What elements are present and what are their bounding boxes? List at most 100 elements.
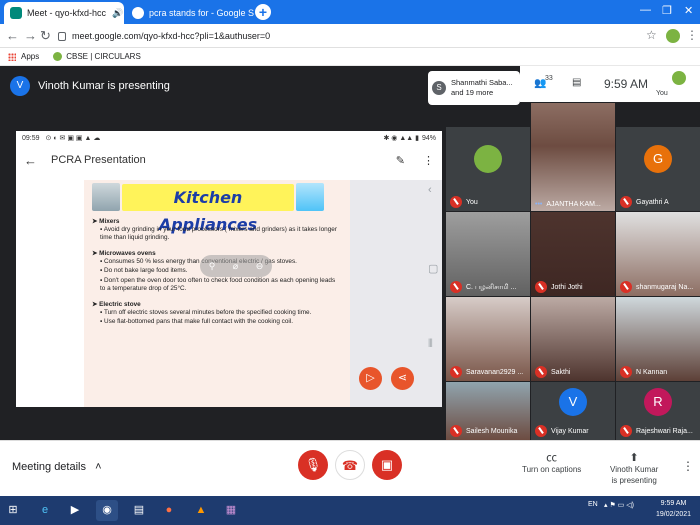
presenting-line2: is presenting xyxy=(611,475,657,485)
meet-top-right: 👥 33 ▤ 9:59 AM You xyxy=(520,66,700,102)
new-tab-button[interactable]: + xyxy=(255,4,271,20)
share-button[interactable]: ⋖ xyxy=(391,367,414,390)
speaker-icon[interactable]: 🔊 xyxy=(112,8,123,19)
mixer-picture xyxy=(92,183,120,211)
notification-icons: ⊙ ◐ ✉ ▣ ▣ ▲ ☁ xyxy=(45,135,101,142)
signal-icons: ✱ ◉ ▲▲ ▮ xyxy=(383,135,419,142)
phone-status-bar: 09:59 ⊙ ◐ ✉ ▣ ▣ ▲ ☁ ✱ ◉ ▲▲ ▮ 94% xyxy=(16,131,442,145)
mic-off-icon xyxy=(535,425,547,437)
participant-tile[interactable]: N Kannan xyxy=(616,297,700,381)
chat-icon[interactable]: ▤ xyxy=(572,77,581,88)
tab-google-search[interactable]: pcra stands for - Google Search ✕ xyxy=(126,2,254,24)
participant-avatar: S xyxy=(432,81,446,95)
minimize-icon[interactable]: — xyxy=(640,4,651,16)
mic-off-icon xyxy=(450,425,462,437)
participant-tile[interactable]: G Gayathri A xyxy=(616,127,700,211)
participant-tile[interactable]: V Vijay Kumar xyxy=(531,382,615,440)
participant-tile[interactable]: Saravanan2929 ... xyxy=(446,297,530,381)
more-options-icon[interactable]: ⋮ xyxy=(682,459,694,473)
participant-name: Sailesh Mounika xyxy=(466,427,518,435)
bookmarks-bar: Apps CBSE | CIRCULARS xyxy=(0,48,700,66)
back-icon[interactable]: ← xyxy=(6,28,19,43)
mic-off-icon xyxy=(450,281,462,293)
play-slideshow-button[interactable]: ▷ xyxy=(359,367,382,390)
you-avatar xyxy=(672,71,686,85)
pin-icon[interactable]: ⚲ xyxy=(209,261,216,272)
participant-name: Vijay Kumar xyxy=(551,427,589,435)
close-window-icon[interactable]: ✕ xyxy=(684,4,693,17)
participant-tile[interactable]: shanmugaraj Na... xyxy=(616,212,700,296)
back-arrow-icon[interactable]: ← xyxy=(24,153,37,168)
participant-initial: R xyxy=(644,388,672,416)
participant-video xyxy=(531,103,615,211)
chevron-up-icon: ˄ xyxy=(95,461,102,473)
app-title: PCRA Presentation xyxy=(51,154,146,166)
tray-icons[interactable]: ▴ ⚑ ▭ ◁) xyxy=(604,501,634,509)
maximize-icon[interactable]: ❐ xyxy=(662,4,672,17)
tab-meet[interactable]: Meet - qyo-kfxd-hcc 🔊 ✕ xyxy=(4,2,124,24)
bookmark-cbse[interactable]: CBSE | CIRCULARS xyxy=(66,52,141,61)
participant-tile[interactable]: Jothi Jothi xyxy=(531,212,615,296)
chrome-icon[interactable]: ◉ xyxy=(96,500,118,521)
reload-icon[interactable]: ↻ xyxy=(40,28,51,44)
participants-chip[interactable]: S Shanmathi Saba... and 19 more xyxy=(428,71,520,105)
meet-favicon-icon xyxy=(10,7,22,19)
more-vert-icon[interactable]: ⋮ xyxy=(423,154,434,167)
people-count: 33 xyxy=(545,75,553,82)
collapse-arrow-icon[interactable]: ‹ xyxy=(428,184,432,196)
url-text: meet.google.com/qyo-kfxd-hcc?pli=1&authu… xyxy=(72,31,271,41)
participant-tile[interactable]: Sakthi xyxy=(531,297,615,381)
presenter-avatar: V xyxy=(10,76,30,96)
media-player-icon[interactable]: ▶ xyxy=(64,500,86,521)
you-label: You xyxy=(656,90,668,97)
mic-off-icon xyxy=(535,281,547,293)
remove-icon[interactable]: ⊖ xyxy=(256,261,264,272)
present-icon: ⬆ xyxy=(629,452,639,464)
bookmark-apps[interactable]: Apps xyxy=(21,52,39,61)
google-favicon-icon xyxy=(132,7,144,19)
hang-up-button[interactable]: ☎ xyxy=(335,450,365,480)
participant-tile[interactable]: C. பழனிசாமி ... xyxy=(446,212,530,296)
ie-icon[interactable]: e xyxy=(34,500,56,521)
address-bar[interactable]: meet.google.com/qyo-kfxd-hcc?pli=1&authu… xyxy=(58,27,658,45)
participant-tile[interactable]: ••• AJANTHA KAM... xyxy=(531,103,615,211)
profile-avatar[interactable] xyxy=(666,29,680,43)
presenter-header: V Vinoth Kumar is presenting xyxy=(10,76,170,96)
participant-tile[interactable]: R Rajeshwari Raja... xyxy=(616,382,700,440)
tab-search-title: pcra stands for - Google Search xyxy=(149,8,254,18)
participant-name: You xyxy=(466,198,478,206)
participant-tile[interactable]: Sailesh Mounika xyxy=(446,382,530,440)
forward-icon[interactable]: → xyxy=(24,28,37,43)
present-status-button[interactable]: ⬆ Vinoth Kumar is presenting xyxy=(610,451,658,486)
apps-grid-icon[interactable] xyxy=(8,52,16,61)
vlc-icon[interactable]: ▲ xyxy=(190,500,212,521)
participant-name: shanmugaraj Na... xyxy=(636,283,694,291)
participant-tile[interactable]: You xyxy=(446,127,530,211)
school-logo xyxy=(474,145,502,173)
language-indicator[interactable]: EN xyxy=(588,501,598,508)
firefox-icon[interactable]: ● xyxy=(158,500,180,521)
mic-toggle-button[interactable]: 🎙 xyxy=(298,450,328,480)
notepad-icon[interactable]: ▤ xyxy=(128,500,150,521)
taskbar-clock[interactable]: 9:59 AM 19/02/2021 xyxy=(656,499,691,520)
tile-layout-icon[interactable]: ▢ xyxy=(428,262,438,275)
meeting-details-button[interactable]: Meeting details ˄ xyxy=(12,461,102,473)
bookmark-star-icon[interactable]: ☆ xyxy=(646,28,657,42)
participant-initial: V xyxy=(559,388,587,416)
captions-button[interactable]: ㏄ Turn on captions xyxy=(522,451,581,476)
taskbar-time: 9:59 AM xyxy=(660,500,687,507)
speaking-dots-icon: ••• xyxy=(535,201,543,208)
app-icon[interactable]: ▦ xyxy=(220,500,242,521)
chip-line1: Shanmathi Saba... xyxy=(451,78,513,88)
mute-icon[interactable]: ⌀ xyxy=(233,261,238,272)
sidebar-layout-icon[interactable]: ⦀ xyxy=(428,338,433,351)
chrome-menu-icon[interactable]: ⋮ xyxy=(686,28,698,42)
edit-pen-icon[interactable]: ✎ xyxy=(396,154,405,167)
participants-chip-text: Shanmathi Saba... and 19 more xyxy=(451,78,513,98)
start-icon[interactable]: ⊞ xyxy=(2,500,24,521)
phone-hangup-icon: ☎ xyxy=(341,458,359,473)
presenting-line1: Vinoth Kumar xyxy=(610,465,659,475)
camera-toggle-button[interactable]: ▣ xyxy=(372,450,402,480)
mic-off-icon xyxy=(620,281,632,293)
mic-off-icon xyxy=(450,366,462,378)
